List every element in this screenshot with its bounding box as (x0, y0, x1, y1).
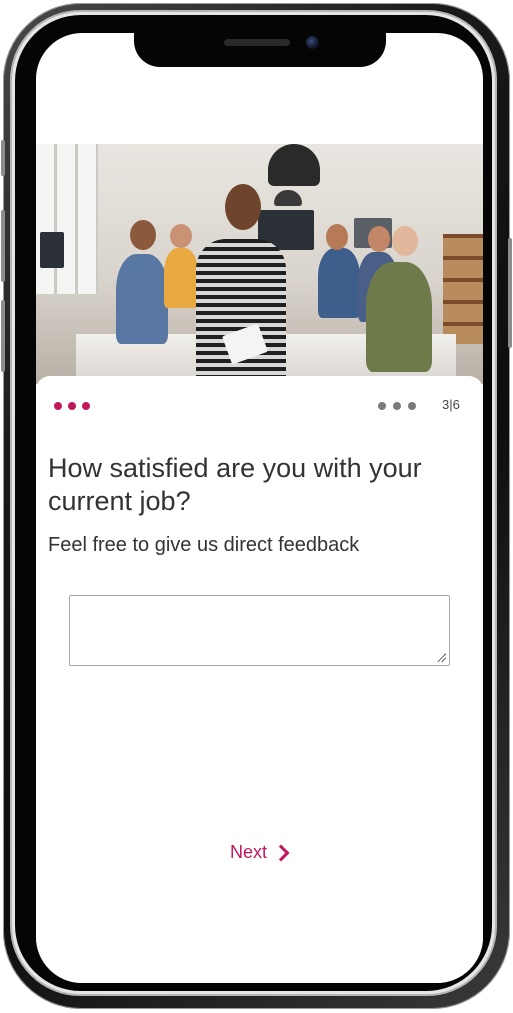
progress-counter: 3|6 (442, 397, 460, 412)
hero-photo (36, 144, 483, 384)
survey-card: 3|6 How satisfied are you with your curr… (36, 376, 483, 983)
person (116, 254, 168, 344)
next-button-label: Next (230, 842, 268, 862)
progress-dots-active (54, 402, 90, 410)
pendant-lamp (268, 144, 320, 186)
question-title: How satisfied are you with your current … (48, 453, 422, 516)
feedback-textarea[interactable] (69, 595, 450, 666)
person-foreground (196, 239, 286, 384)
person-head (368, 226, 390, 252)
monitor (40, 232, 64, 268)
progress-dot (408, 402, 416, 410)
chevron-right-icon (272, 844, 290, 861)
person-head (225, 184, 261, 230)
next-button[interactable]: Next (230, 842, 290, 863)
progress-dot (54, 402, 62, 410)
front-camera-icon (306, 36, 319, 49)
speaker-grille (224, 39, 290, 46)
person-head (392, 226, 418, 256)
volume-down-button (1, 300, 5, 372)
progress-dot (378, 402, 386, 410)
progress-dot (68, 402, 76, 410)
bookshelf (443, 234, 483, 344)
person (366, 262, 432, 372)
silent-switch (1, 140, 5, 176)
person (164, 248, 198, 308)
phone-screen: 3|6 How satisfied are you with your curr… (36, 33, 483, 983)
progress-dot (393, 402, 401, 410)
question-subtitle: Feel free to give us direct feedback (48, 534, 360, 556)
pendant-lamp-small (274, 190, 302, 206)
person-head (326, 224, 348, 250)
person-head (170, 224, 192, 248)
progress-dot (82, 402, 90, 410)
notch (134, 33, 386, 67)
progress-dots-inactive (378, 402, 416, 410)
volume-up-button (1, 210, 5, 282)
person (318, 248, 360, 318)
window (36, 144, 98, 294)
phone-mockup: 3|6 How satisfied are you with your curr… (0, 0, 513, 1013)
resize-grip-icon[interactable] (436, 652, 446, 662)
person-head (130, 220, 156, 250)
power-button (508, 238, 512, 348)
